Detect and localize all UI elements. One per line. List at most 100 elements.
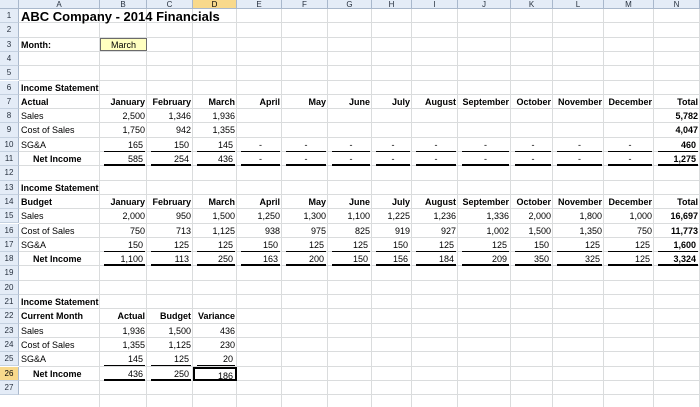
current-row-label[interactable]: Sales — [19, 324, 100, 338]
month-input[interactable]: March — [100, 37, 147, 51]
month-header-february[interactable]: February — [147, 95, 193, 109]
current-section-title[interactable]: Income Statement — [19, 295, 100, 309]
row-header-4[interactable]: 4 — [0, 51, 19, 67]
row-header-17[interactable]: 17 — [0, 237, 19, 253]
column-header-n[interactable]: N — [654, 0, 700, 9]
actual-value-cell[interactable]: - — [515, 152, 551, 167]
budget-value-cell[interactable]: 825 — [328, 224, 372, 238]
current-value-cell[interactable]: 1,355 — [100, 338, 147, 352]
month-header-july[interactable]: July — [372, 195, 412, 209]
current-value-cell[interactable]: 1,936 — [100, 324, 147, 338]
row-header-25[interactable]: 25 — [0, 352, 19, 367]
actual-row-label[interactable]: Net Income — [19, 152, 100, 166]
month-header-april[interactable]: April — [237, 195, 282, 209]
actual-label[interactable]: Actual — [19, 95, 100, 109]
column-header-m[interactable]: M — [604, 0, 654, 9]
current-row-label[interactable]: SG&A — [19, 352, 100, 366]
actual-value-cell[interactable] — [604, 109, 654, 123]
row-header-7[interactable]: 7 — [0, 94, 19, 110]
month-header-october[interactable]: October — [511, 95, 553, 109]
column-header-h[interactable]: H — [372, 0, 412, 9]
actual-value-cell[interactable]: 460 — [658, 138, 698, 152]
budget-value-cell[interactable]: 1,236 — [412, 209, 458, 223]
actual-value-cell[interactable]: 2,500 — [100, 109, 147, 123]
budget-value-cell[interactable]: 125 — [151, 238, 191, 253]
actual-value-cell[interactable]: 585 — [104, 152, 145, 167]
budget-value-cell[interactable]: 1,350 — [553, 224, 604, 238]
budget-value-cell[interactable]: 1,600 — [658, 238, 698, 253]
month-header-august[interactable]: August — [412, 195, 458, 209]
current-value-cell[interactable]: 436 — [104, 367, 145, 381]
row-header-18[interactable]: 18 — [0, 252, 19, 267]
column-header-a[interactable]: A — [19, 0, 100, 9]
actual-value-cell[interactable]: 5,782 — [654, 109, 700, 123]
budget-value-cell[interactable]: 325 — [557, 252, 602, 267]
column-header-b[interactable]: B — [100, 0, 147, 9]
actual-value-cell[interactable] — [412, 109, 458, 123]
row-header-23[interactable]: 23 — [0, 323, 19, 338]
month-header-january[interactable]: January — [100, 195, 147, 209]
sheet-title[interactable]: ABC Company - 2014 Financials — [19, 9, 220, 24]
actual-value-cell[interactable] — [328, 109, 372, 123]
budget-row-label[interactable]: SG&A — [19, 238, 100, 252]
month-header-may[interactable]: May — [282, 195, 328, 209]
budget-value-cell[interactable]: 125 — [332, 238, 370, 253]
budget-value-cell[interactable]: 2,000 — [511, 209, 553, 223]
actual-value-cell[interactable]: - — [241, 152, 280, 167]
month-header-july[interactable]: July — [372, 95, 412, 109]
actual-value-cell[interactable]: - — [332, 152, 370, 167]
current-value-cell[interactable]: 230 — [193, 338, 237, 352]
current-value-cell[interactable]: 1,125 — [147, 338, 193, 352]
column-header-k[interactable]: K — [511, 0, 553, 9]
current-value-cell[interactable]: 1,500 — [147, 324, 193, 338]
budget-value-cell[interactable]: 125 — [462, 238, 509, 253]
actual-value-cell[interactable]: 1,936 — [193, 109, 237, 123]
actual-value-cell[interactable] — [282, 109, 328, 123]
current-row-label[interactable]: Net Income — [19, 367, 100, 381]
actual-value-cell[interactable]: - — [286, 138, 326, 152]
row-header-9[interactable]: 9 — [0, 123, 19, 138]
actual-value-cell[interactable] — [511, 109, 553, 123]
row-header-15[interactable]: 15 — [0, 209, 19, 224]
actual-value-cell[interactable]: - — [286, 152, 326, 167]
actual-value-cell[interactable] — [328, 123, 372, 137]
actual-value-cell[interactable]: 165 — [104, 138, 145, 152]
actual-value-cell[interactable]: - — [416, 138, 456, 152]
budget-value-cell[interactable]: 125 — [197, 238, 235, 253]
budget-value-cell[interactable]: 1,300 — [282, 209, 328, 223]
budget-row-label[interactable]: Sales — [19, 209, 100, 223]
actual-row-label[interactable]: SG&A — [19, 138, 100, 152]
actual-value-cell[interactable]: 1,750 — [100, 123, 147, 137]
row-header-19[interactable]: 19 — [0, 266, 19, 281]
budget-value-cell[interactable]: 2,000 — [100, 209, 147, 223]
current-row-label[interactable]: Cost of Sales — [19, 338, 100, 352]
budget-value-cell[interactable]: 125 — [286, 238, 326, 253]
budget-value-cell[interactable]: 713 — [147, 224, 193, 238]
budget-value-cell[interactable]: 750 — [604, 224, 654, 238]
budget-value-cell[interactable]: 125 — [416, 238, 456, 253]
row-header-24[interactable]: 24 — [0, 337, 19, 353]
month-header-may[interactable]: May — [282, 95, 328, 109]
current-value-cell[interactable]: 145 — [104, 352, 145, 367]
budget-value-cell[interactable]: 350 — [515, 252, 551, 267]
row-header-22[interactable]: 22 — [0, 309, 19, 324]
actual-value-cell[interactable]: - — [376, 152, 410, 167]
month-header-december[interactable]: December — [604, 195, 654, 209]
row-header-1[interactable]: 1 — [0, 9, 19, 24]
row-header-16[interactable]: 16 — [0, 223, 19, 238]
month-header-september[interactable]: September — [458, 195, 511, 209]
actual-value-cell[interactable] — [511, 123, 553, 137]
budget-value-cell[interactable]: 1,336 — [458, 209, 511, 223]
month-header-october[interactable]: October — [511, 195, 553, 209]
actual-value-cell[interactable]: 4,047 — [654, 123, 700, 137]
budget-value-cell[interactable]: 950 — [147, 209, 193, 223]
current-value-cell[interactable]: 250 — [151, 367, 191, 381]
actual-value-cell[interactable] — [372, 109, 412, 123]
budget-value-cell[interactable]: 250 — [197, 252, 235, 267]
current-value-cell[interactable]: 20 — [197, 352, 235, 367]
actual-value-cell[interactable]: - — [608, 138, 652, 152]
actual-value-cell[interactable]: - — [462, 152, 509, 167]
actual-value-cell[interactable] — [604, 123, 654, 137]
budget-value-cell[interactable]: 1,125 — [193, 224, 237, 238]
budget-value-cell[interactable]: 150 — [241, 238, 280, 253]
